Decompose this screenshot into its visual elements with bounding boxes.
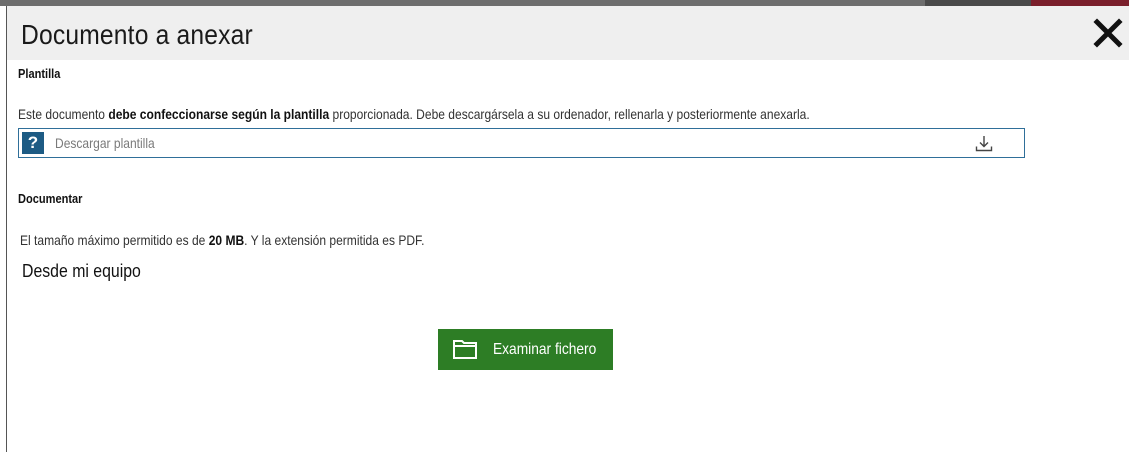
- download-template-label: Descargar plantilla: [55, 135, 155, 151]
- section-heading-plantilla: Plantilla: [18, 66, 61, 81]
- close-icon[interactable]: [1093, 18, 1123, 48]
- plantilla-description: Este documento debe confeccionarse según…: [18, 106, 810, 122]
- folder-icon: [453, 340, 477, 359]
- download-template-field[interactable]: ? Descargar plantilla: [18, 128, 1025, 158]
- section-heading-documentar: Documentar: [18, 191, 83, 206]
- plantilla-text-after: proporcionada. Debe descargársela a su o…: [329, 106, 810, 122]
- dialog-header: Documento a anexar: [7, 6, 1129, 60]
- size-text-after: . Y la extensión permitida es PDF.: [244, 232, 425, 248]
- browse-file-button[interactable]: Examinar fichero: [438, 329, 613, 370]
- source-label: Desde mi equipo: [22, 261, 141, 281]
- plantilla-text-bold: debe confeccionarse según la plantilla: [108, 106, 330, 122]
- size-limit-description: El tamaño máximo permitido es de 20 MB. …: [20, 232, 424, 248]
- dialog-title: Documento a anexar: [21, 19, 253, 50]
- size-text-bold: 20 MB: [208, 232, 245, 248]
- browse-file-label: Examinar fichero: [493, 341, 597, 358]
- dialog-left-border: [6, 6, 7, 452]
- size-text-before: El tamaño máximo permitido es de: [20, 232, 209, 248]
- plantilla-text-before: Este documento: [18, 106, 109, 122]
- download-icon[interactable]: [974, 134, 994, 154]
- question-icon[interactable]: ?: [22, 132, 44, 154]
